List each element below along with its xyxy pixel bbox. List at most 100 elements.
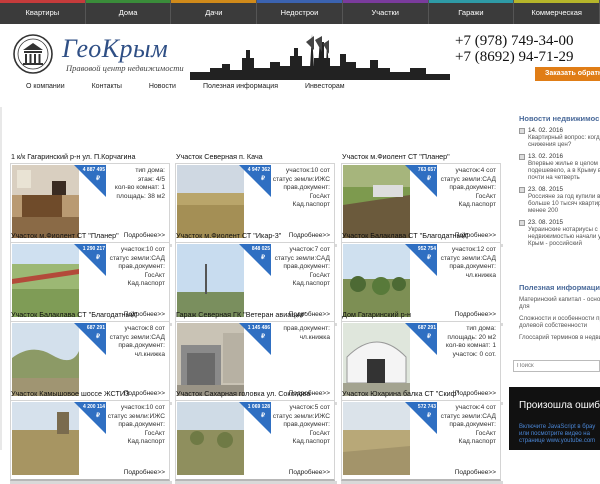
search-input[interactable] — [513, 360, 600, 372]
useful-info-link[interactable]: долевой собственности — [513, 322, 600, 329]
listing-attribute: кол-во комнат: 1 — [114, 184, 165, 191]
listing-attribute: прав.документ: — [449, 263, 496, 270]
video-error-line: Включите JavaScript в брау — [519, 424, 596, 430]
listing-attribute: Кад.паспорт — [292, 438, 330, 445]
listing-photo[interactable] — [12, 165, 79, 238]
listing-attribute: ГосАкт — [309, 271, 330, 279]
listing-attribute: статус земли:ИЖС — [272, 412, 330, 420]
useful-info-link[interactable]: для — [513, 303, 600, 310]
news-text: менее 200 — [528, 207, 559, 214]
listing-attribute: чл.книжка — [465, 271, 496, 279]
video-error-title: Произошла ошибка. — [519, 400, 600, 411]
nav-apartments[interactable]: Квартиры — [0, 0, 86, 24]
listing-attribute: Кад.паспорт — [127, 438, 165, 445]
listing-photo[interactable] — [177, 402, 244, 475]
useful-info-link[interactable]: Материнский капитал - основа — [513, 296, 600, 303]
useful-info-link[interactable]: Глоссарий терминов в недвижи — [513, 334, 600, 341]
site-header: ГеоКрым Правовой центр недвижимости +7 (… — [0, 24, 600, 80]
listing-attributes: участок:10 сот статус земли:ИЖС прав.докум… — [242, 167, 330, 210]
listing-title[interactable]: Участок Балаклава СТ "Благодатный" — [342, 231, 512, 240]
listing-title[interactable]: 1 к/к Гагаринский р-н ул. П.Корчагина — [11, 152, 181, 161]
listing-photo[interactable] — [343, 402, 410, 475]
news-item[interactable]: 14. 02. 2016 Квартирный вопрос: когда ж … — [519, 127, 600, 148]
listing-photo[interactable] — [12, 244, 79, 317]
nav-garages[interactable]: Гаражи — [428, 0, 515, 24]
listing-title[interactable]: Гараж Северная ГК "Ветеран авиации" — [176, 310, 346, 319]
useful-info-heading[interactable]: Полезная информаци — [513, 279, 600, 296]
listing-title[interactable]: Участок Сахарная головка ул. Соколова — [176, 389, 346, 398]
nav-label: Участки — [371, 7, 399, 17]
phone-2[interactable]: +7 (8692) 94-71-29 — [455, 49, 573, 65]
listing-title[interactable]: Участок м.Фиолент СТ "Икар-3" — [176, 231, 346, 240]
nav-plots[interactable]: Участки — [342, 0, 429, 24]
listing-title[interactable]: Участок м.Фиолент СТ "Планер" — [11, 231, 181, 240]
listing-attribute: Кад.паспорт — [458, 438, 496, 445]
listing-title[interactable]: Участок м.Фиолент СТ "Планер" — [342, 152, 512, 161]
brand-name[interactable]: ГеоКрым — [62, 34, 168, 64]
listing-title[interactable]: Участок Балаклава СТ "Благодатный" — [11, 310, 181, 319]
news-text: снижения цен? — [528, 141, 572, 148]
nav-label: Дачи — [205, 7, 223, 17]
news-thumb-icon — [519, 154, 525, 160]
listing-card[interactable]: Участок Юхарина балка СТ "Скиф" 572 743 ₽ у… — [341, 389, 503, 484]
listing-attribute: Кад.паспорт — [292, 280, 330, 287]
nav-useful-info[interactable]: Полезная информация — [203, 81, 278, 93]
nav-dachas[interactable]: Дачи — [171, 0, 258, 24]
listing-photo[interactable] — [343, 323, 410, 396]
contact-phones: +7 (978) 749-34-00 +7 (8692) 94-71-29 — [455, 33, 573, 65]
nav-about[interactable]: О компании — [26, 81, 65, 93]
listing-attribute: участок: 0 сот. — [452, 350, 496, 358]
listing-photo[interactable] — [177, 165, 244, 238]
listing-attribute: ГосАкт — [144, 271, 165, 279]
phone-1[interactable]: +7 (978) 749-34-00 — [455, 33, 573, 49]
news-item[interactable]: 23. 08. 2015 Россияне за год купили в Кр… — [519, 186, 600, 214]
nav-contacts[interactable]: Контакты — [92, 81, 122, 93]
listing-attribute: прав.документ: — [283, 421, 330, 428]
listing-photo[interactable] — [177, 323, 244, 396]
listing-title[interactable]: Участок Северная п. Кача — [176, 152, 346, 161]
useful-info-block: Полезная информаци Материнский капитал -… — [513, 279, 600, 346]
listing-card[interactable]: Участок Сахарная головка ул. Соколова 1 0… — [175, 389, 337, 484]
news-item[interactable]: 23. 08. 2015 Украинские нотариусы с 1 д … — [519, 219, 600, 247]
listing-attribute: ГосАкт — [309, 429, 330, 437]
listing-title[interactable]: Участок Юхарина балка СТ "Скиф" — [342, 389, 512, 398]
news-item[interactable]: 13. 02. 2016 Впервые жилье в целом по по… — [519, 153, 600, 181]
nav-investors[interactable]: Инвесторам — [305, 81, 345, 93]
details-link[interactable]: Подробнее>> — [455, 469, 496, 476]
news-list: 14. 02. 2016 Квартирный вопрос: когда ж … — [513, 127, 600, 247]
listing-photo[interactable] — [343, 165, 410, 238]
listing-attributes: участок:10 сот статус земли:ИЖС прав.докум… — [77, 404, 165, 447]
news-text: Квартирный вопрос: когда ж — [528, 134, 600, 141]
news-text: недвижимостью начали укр — [528, 233, 600, 240]
details-link[interactable]: Подробнее>> — [124, 469, 165, 476]
listing-photo[interactable] — [177, 244, 244, 317]
news-thumb-icon — [519, 220, 525, 226]
listing-title[interactable]: Дом Гагаринский р-н — [342, 310, 512, 319]
nav-houses[interactable]: Дома — [85, 0, 172, 24]
nav-news[interactable]: Новости — [149, 81, 176, 93]
nav-label: Дома — [118, 7, 138, 17]
listing-attribute: кол-во комнат: 1 — [445, 342, 496, 349]
news-heading[interactable]: Новости недвижимос — [513, 107, 600, 127]
listing-photo[interactable] — [343, 244, 410, 317]
listing-photo[interactable] — [12, 323, 79, 396]
logo-seal-icon[interactable] — [12, 33, 54, 75]
video-embed[interactable]: Произошла ошибка. Включите JavaScript в … — [509, 387, 600, 450]
details-link[interactable]: Подробнее>> — [289, 469, 330, 476]
useful-info-link[interactable]: Сложности и особенности прод — [513, 315, 600, 322]
video-error-line: странице www.youtube.com — [519, 438, 596, 444]
listing-title[interactable]: Участок Камышовое шоссе ЖСТИЗ — [11, 389, 181, 398]
nav-commercial[interactable]: Коммерческая — [514, 0, 600, 24]
nav-unfinished[interactable]: Недострои — [257, 0, 343, 24]
city-skyline-icon — [190, 34, 450, 80]
listing-attribute: участок:10 сот — [120, 246, 165, 253]
nav-label: Гаражи — [458, 7, 484, 17]
news-text: Крым - российский — [528, 240, 582, 247]
listing-attribute: тип дома: — [135, 167, 165, 174]
listing-card[interactable]: Участок Камышовое шоссе ЖСТИЗ 4 200 114 ₽ у… — [10, 389, 172, 484]
nav-label: Недострои — [280, 7, 319, 17]
news-text: Россияне за год купили в Кр — [528, 193, 600, 200]
nav-stripe — [171, 0, 257, 3]
listing-photo[interactable] — [12, 402, 79, 475]
callback-button[interactable]: Заказать обратн — [535, 67, 600, 81]
